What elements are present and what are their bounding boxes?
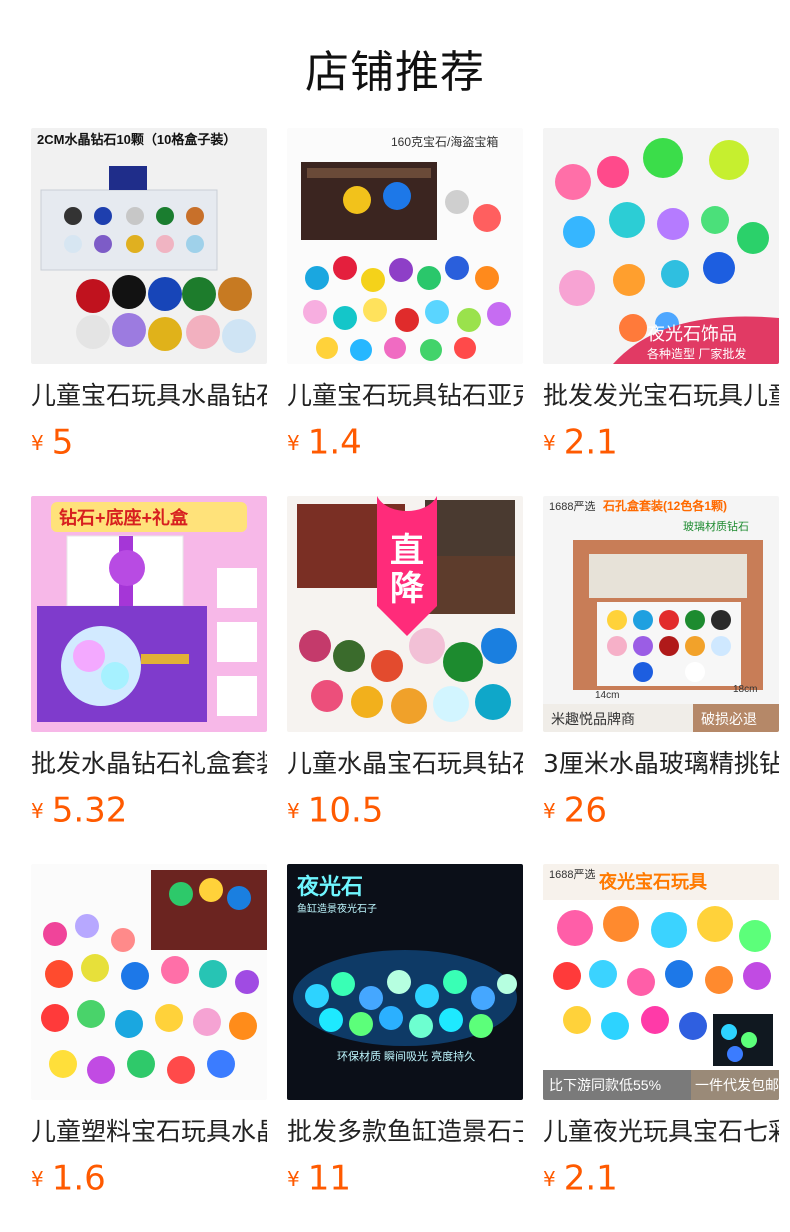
overlay-text: 玻璃材质钻石 <box>683 519 749 533</box>
product-card[interactable]: 儿童塑料宝石玩具水晶 ¥1.6 <box>31 864 267 1200</box>
price-value: 26 <box>563 790 607 831</box>
product-image[interactable]: 2CM水晶钻石10颗（10格盒子装） <box>31 128 267 364</box>
product-card[interactable]: 夜光石饰品 各种造型 厂家批发 批发发光宝石玩具儿童 ¥2.1 <box>543 128 779 464</box>
overlay-text: 石孔盒套装(12色各1颗) <box>602 498 727 513</box>
product-price: ¥2.1 <box>543 1156 779 1200</box>
currency-symbol: ¥ <box>31 430 44 455</box>
product-name[interactable]: 儿童塑料宝石玩具水晶 <box>31 1114 267 1150</box>
product-card[interactable]: 夜光石 鱼缸造景夜光石子 环保材质 瞬间吸光 亮度持久 批发多款鱼缸造景石子 ¥… <box>287 864 523 1200</box>
overlay-text: 1688严选 <box>549 500 595 513</box>
product-name[interactable]: 批发发光宝石玩具儿童 <box>543 378 779 414</box>
overlay-text: 降 <box>390 570 425 608</box>
product-name[interactable]: 批发水晶钻石礼盒套装 <box>31 746 267 782</box>
price-value: 5.32 <box>51 790 128 831</box>
product-card[interactable]: 160克宝石/海盗宝箱 儿童宝石玩具钻石亚 ¥ 1.4 <box>287 128 523 464</box>
price-value: 10.5 <box>307 790 384 831</box>
currency-symbol: ¥ <box>287 798 300 823</box>
overlay-text: 夜光宝石玩具 <box>598 871 707 892</box>
product-image[interactable]: 直 降 <box>287 496 523 732</box>
price-value: 2.1 <box>563 422 618 463</box>
product-image[interactable] <box>31 864 267 1100</box>
currency-symbol: ¥ <box>31 1166 44 1191</box>
recommendation-page: 店铺推荐 2CM水晶钻石10颗（10格盒子装） 儿童宝石玩具水晶钻石 ¥ 5 1… <box>0 0 790 1232</box>
product-price: ¥11 <box>287 1156 523 1200</box>
overlay-text: 一件代发包邮 <box>695 1077 779 1093</box>
price-value: 5 <box>51 422 74 463</box>
product-name[interactable]: 儿童宝石玩具水晶钻石 <box>31 378 267 414</box>
section-title: 店铺推荐 <box>305 47 485 98</box>
currency-symbol: ¥ <box>543 798 556 823</box>
product-image[interactable]: 钻石+底座+礼盒 <box>31 496 267 732</box>
overlay-text: 2CM水晶钻石10颗（10格盒子装） <box>37 132 236 147</box>
price-value: 11 <box>307 1158 351 1199</box>
product-name[interactable]: 儿童夜光玩具宝石七彩 <box>543 1114 779 1150</box>
overlay-text: 钻石+底座+礼盒 <box>59 507 189 528</box>
price-value: 1.4 <box>307 422 362 463</box>
overlay-text: 1688严选 <box>549 868 595 881</box>
overlay-text: 14cm <box>595 690 619 701</box>
overlay-text: 鱼缸造景夜光石子 <box>297 902 377 915</box>
currency-symbol: ¥ <box>543 1166 556 1191</box>
product-price: ¥5 <box>31 420 267 464</box>
overlay-text: 破损必退 <box>701 711 757 727</box>
currency-symbol: ¥ <box>287 430 300 455</box>
product-price: ¥26 <box>543 788 779 832</box>
product-price: ¥1.4 <box>287 420 523 464</box>
overlay-text: 米趣悦品牌商 <box>551 711 635 727</box>
product-image[interactable]: 1688严选 夜光宝石玩具 比下游同款低55% 一件代发包邮 <box>543 864 779 1100</box>
price-value: 1.6 <box>51 1158 106 1199</box>
product-name[interactable]: 批发多款鱼缸造景石子 <box>287 1114 523 1150</box>
product-image[interactable]: 夜光石 鱼缸造景夜光石子 环保材质 瞬间吸光 亮度持久 <box>287 864 523 1100</box>
overlay-text: 直 <box>390 532 424 570</box>
overlay-text: 环保材质 瞬间吸光 亮度持久 <box>337 1049 475 1063</box>
currency-symbol: ¥ <box>287 1166 300 1191</box>
product-name[interactable]: 儿童水晶宝石玩具钻石 <box>287 746 523 782</box>
product-image[interactable]: 夜光石饰品 各种造型 厂家批发 <box>543 128 779 364</box>
overlay-text: 160克宝石/海盗宝箱 <box>391 134 498 149</box>
product-card[interactable]: 直 降 儿童水晶宝石玩具钻石 ¥10.5 <box>287 496 523 832</box>
overlay-text: 各种造型 厂家批发 <box>647 346 746 361</box>
product-price: ¥10.5 <box>287 788 523 832</box>
product-card[interactable]: 1688严选 石孔盒套装(12色各1颗) 玻璃材质钻石 14cm 18cm 米趣… <box>543 496 779 832</box>
product-image[interactable]: 160克宝石/海盗宝箱 <box>287 128 523 364</box>
price-value: 2.1 <box>563 1158 618 1199</box>
product-card[interactable]: 1688严选 夜光宝石玩具 比下游同款低55% 一件代发包邮 儿童夜光玩具宝石七… <box>543 864 779 1200</box>
product-price: ¥2.1 <box>543 420 779 464</box>
product-price: ¥1.6 <box>31 1156 267 1200</box>
currency-symbol: ¥ <box>31 798 44 823</box>
product-image[interactable]: 1688严选 石孔盒套装(12色各1颗) 玻璃材质钻石 14cm 18cm 米趣… <box>543 496 779 732</box>
product-price: ¥5.32 <box>31 788 267 832</box>
product-card[interactable]: 2CM水晶钻石10颗（10格盒子装） 儿童宝石玩具水晶钻石 ¥ 5 <box>31 128 267 464</box>
overlay-text: 18cm <box>733 684 757 695</box>
overlay-text: 夜光石 <box>296 874 363 899</box>
product-card[interactable]: 钻石+底座+礼盒 批发水晶钻石礼盒套装 ¥5.32 <box>31 496 267 832</box>
overlay-text: 比下游同款低55% <box>549 1077 661 1093</box>
product-name[interactable]: 儿童宝石玩具钻石亚克力 <box>287 378 523 414</box>
product-name[interactable]: 3厘米水晶玻璃精挑钻石 <box>543 746 779 782</box>
currency-symbol: ¥ <box>543 430 556 455</box>
overlay-text: 夜光石饰品 <box>647 324 737 344</box>
